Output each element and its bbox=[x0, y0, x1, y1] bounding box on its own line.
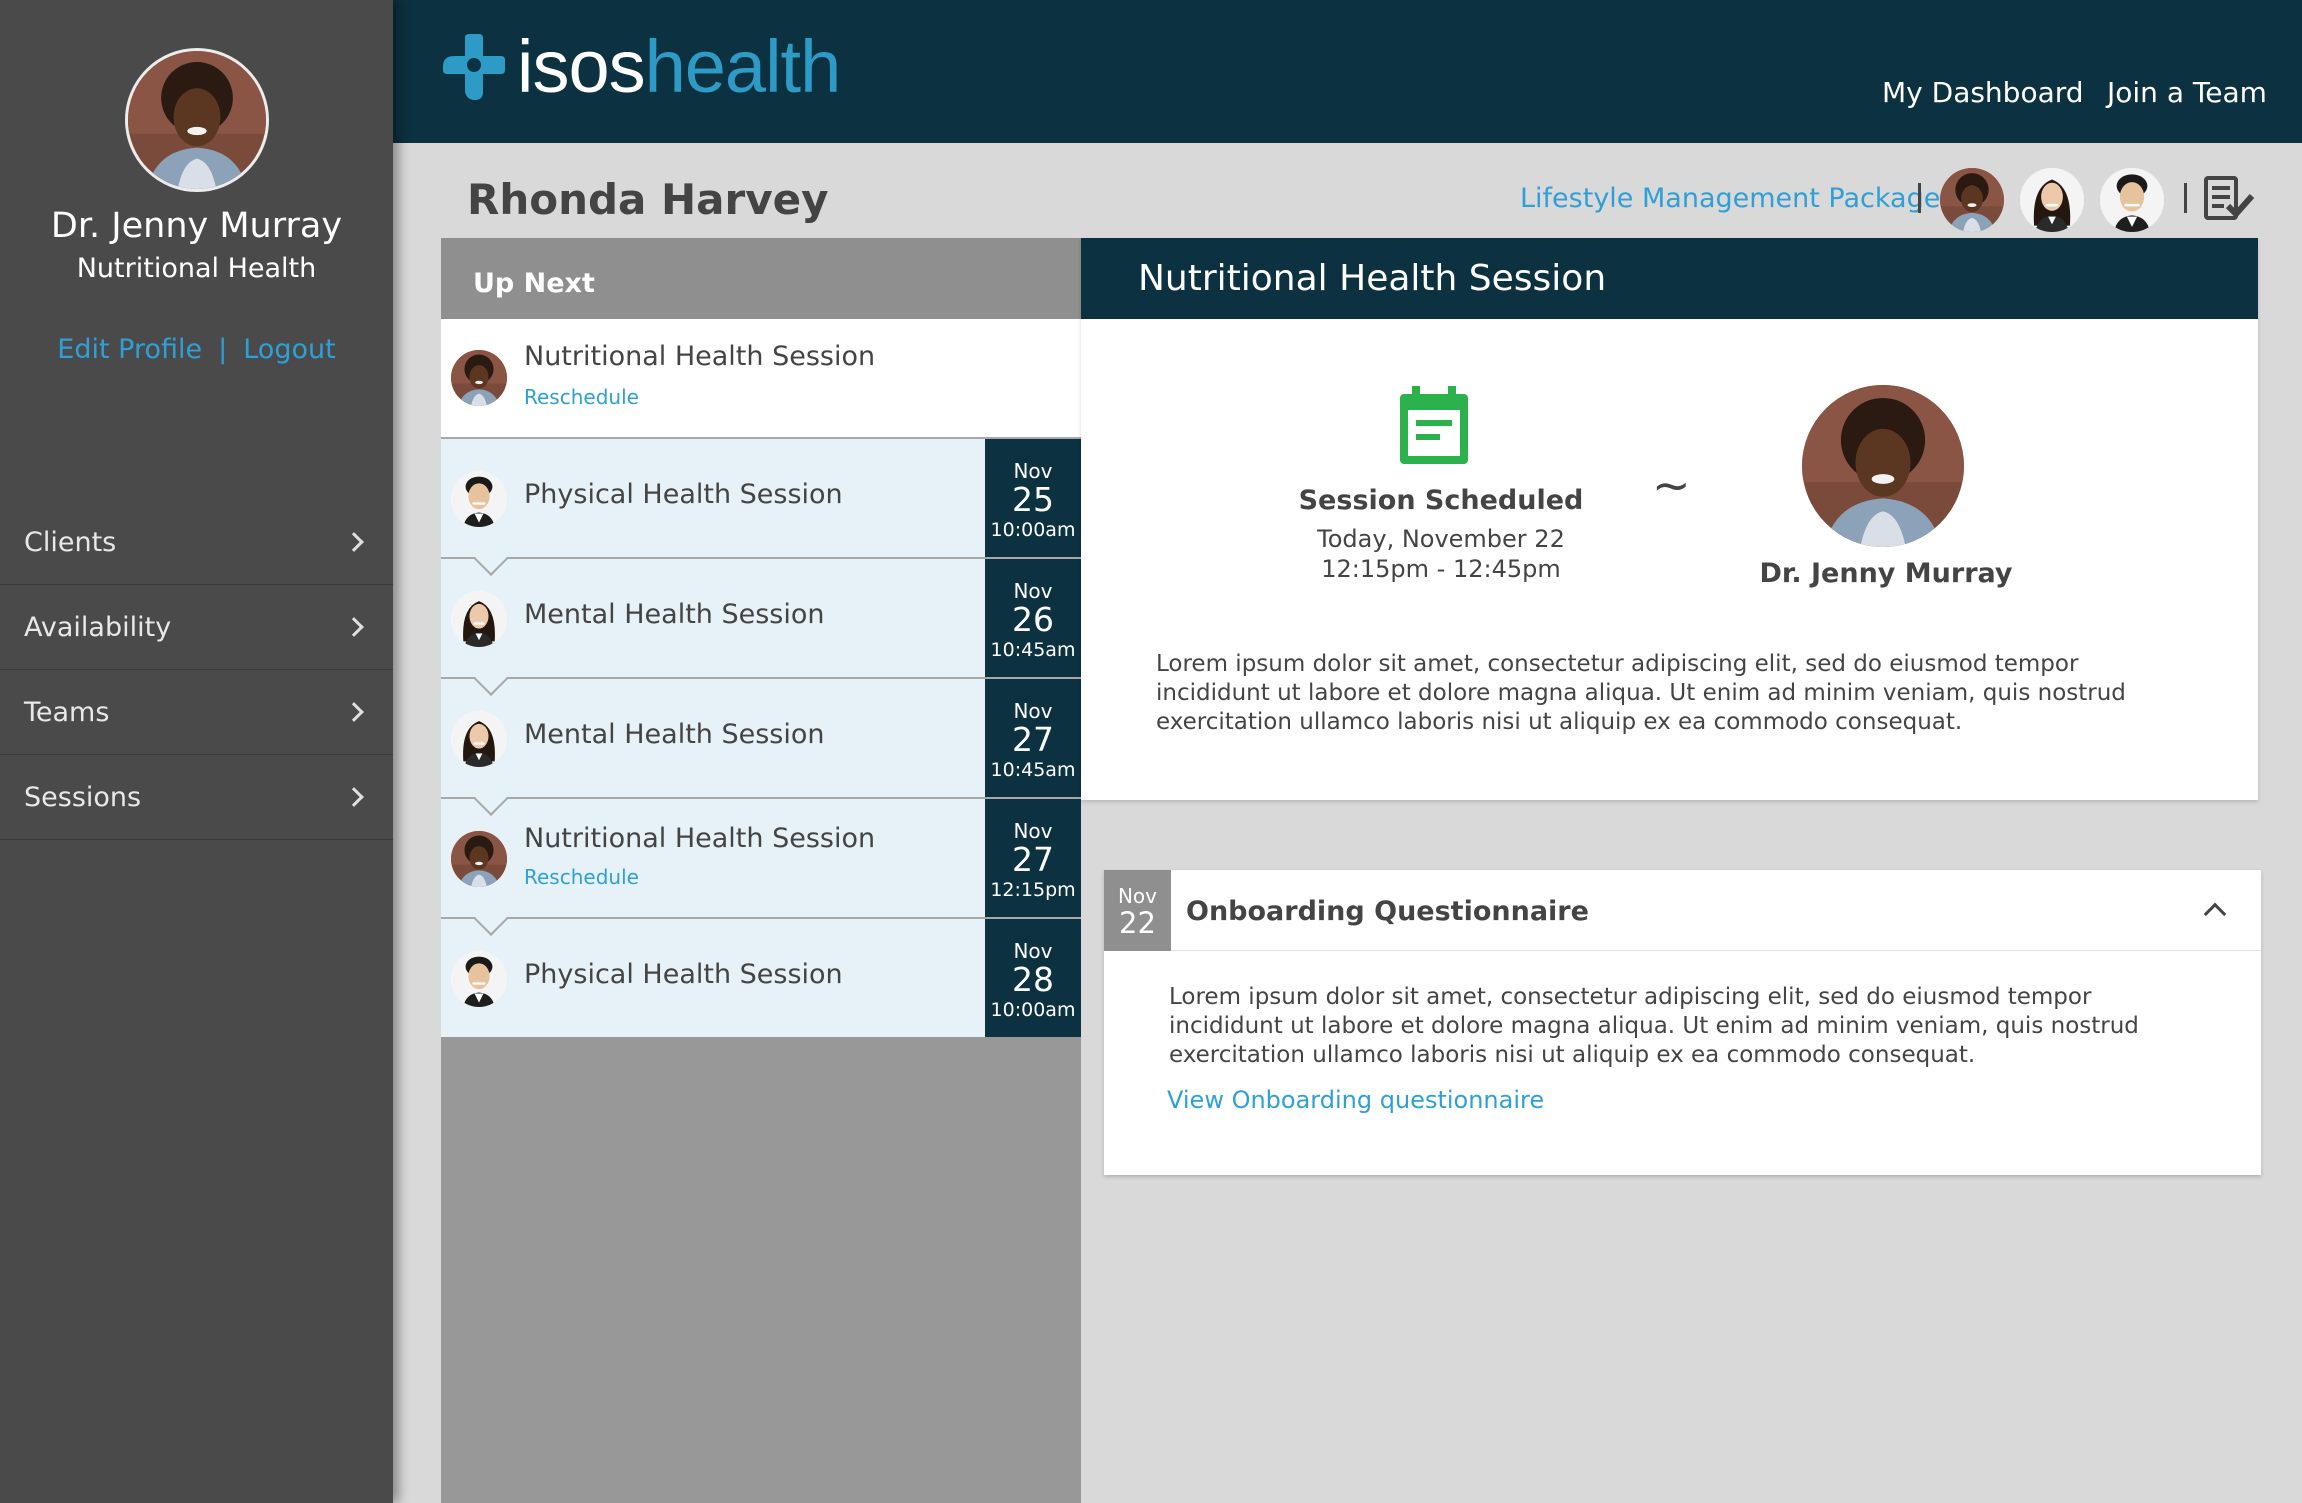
date-month: Nov bbox=[1117, 884, 1158, 908]
reschedule-link[interactable]: Reschedule bbox=[524, 865, 639, 889]
sidebar-item-label: Sessions bbox=[24, 781, 142, 813]
session-description: Lorem ipsum dolor sit amet, consectetur … bbox=[1156, 651, 2126, 735]
provider-name: Dr. Jenny Murray bbox=[1759, 558, 2013, 589]
up-next-panel: Up Next Nutritional Health Session Resch… bbox=[441, 238, 1081, 1503]
chevron-right-icon bbox=[344, 532, 364, 552]
avatar bbox=[451, 831, 507, 887]
session-item[interactable]: Mental Health Session Nov 27 10:45am bbox=[441, 677, 1081, 816]
sidebar-item-clients[interactable]: Clients bbox=[0, 500, 393, 585]
session-item[interactable]: Physical Health Session Nov 28 10:00am bbox=[441, 917, 1081, 1037]
session-status: Session Scheduled bbox=[1298, 485, 1584, 516]
team-avatar-doctor[interactable] bbox=[1940, 168, 2004, 232]
avatar bbox=[451, 471, 507, 527]
date-time: 10:45am bbox=[990, 638, 1076, 661]
calendar-icon bbox=[1400, 386, 1468, 464]
session-date-badge: Nov 27 10:45am bbox=[985, 679, 1081, 797]
session-detail-card: Nutritional Health Session Session Sched… bbox=[1081, 238, 2258, 800]
sidebar-item-label: Availability bbox=[24, 611, 172, 643]
divider bbox=[1918, 183, 1921, 213]
avatar bbox=[451, 711, 507, 767]
questionnaire-body: Lorem ipsum dolor sit amet, consectetur … bbox=[1169, 984, 2139, 1068]
sidebar-item-label: Clients bbox=[24, 526, 117, 558]
sidebar-item-teams[interactable]: Teams bbox=[0, 670, 393, 755]
team-avatar-woman[interactable] bbox=[2020, 168, 2084, 232]
join-team-link[interactable]: Join a Team bbox=[2107, 76, 2267, 109]
session-title: Nutritional Health Session bbox=[524, 823, 876, 854]
chevron-up-icon[interactable] bbox=[2203, 902, 2227, 926]
session-detail-title: Nutritional Health Session bbox=[1081, 238, 2258, 319]
sidebar-item-label: Teams bbox=[24, 696, 110, 728]
edit-profile-link[interactable]: Edit Profile bbox=[57, 334, 202, 365]
provider-avatar bbox=[1802, 385, 1964, 547]
session-date-badge: Nov 26 10:45am bbox=[985, 559, 1081, 677]
sidebar-item-sessions[interactable]: Sessions bbox=[0, 755, 393, 840]
logo-text: isoshealth bbox=[517, 30, 841, 104]
team-avatar-man[interactable] bbox=[2100, 168, 2164, 232]
date-time: 10:45am bbox=[990, 758, 1076, 781]
session-title: Mental Health Session bbox=[524, 719, 825, 750]
link-separator: | bbox=[218, 334, 228, 365]
my-dashboard-link[interactable]: My Dashboard bbox=[1882, 76, 2084, 109]
divider bbox=[2184, 183, 2187, 213]
logout-link[interactable]: Logout bbox=[243, 334, 335, 365]
questionnaire-date-badge: Nov 22 bbox=[1104, 870, 1171, 951]
session-date: Today, November 22 bbox=[1317, 525, 1565, 553]
reschedule-link[interactable]: Reschedule bbox=[524, 385, 639, 409]
sidebar-item-availability[interactable]: Availability bbox=[0, 585, 393, 670]
isoshealth-logo[interactable]: isoshealth bbox=[443, 30, 841, 104]
date-day: 26 bbox=[1012, 600, 1054, 639]
avatar bbox=[451, 951, 507, 1007]
date-day: 27 bbox=[1012, 840, 1054, 879]
avatar bbox=[451, 591, 507, 647]
session-item[interactable]: Nutritional Health Session Reschedule No… bbox=[441, 797, 1081, 936]
profile-name: Dr. Jenny Murray bbox=[50, 206, 343, 246]
date-time: 12:15pm bbox=[990, 878, 1076, 901]
date-time: 10:00am bbox=[990, 518, 1076, 541]
view-questionnaire-link[interactable]: View Onboarding questionnaire bbox=[1167, 1086, 1544, 1114]
session-title: Physical Health Session bbox=[524, 479, 843, 510]
separator: ~ bbox=[1652, 458, 1691, 512]
questionnaire-header[interactable]: Nov 22 Onboarding Questionnaire bbox=[1104, 870, 2261, 951]
session-title: Physical Health Session bbox=[524, 959, 843, 990]
session-title: Nutritional Health Session bbox=[524, 341, 876, 372]
profile-avatar[interactable] bbox=[125, 48, 269, 192]
date-day: 22 bbox=[1119, 906, 1156, 940]
session-item-current[interactable]: Nutritional Health Session Reschedule bbox=[441, 319, 1081, 437]
date-day: 27 bbox=[1012, 720, 1054, 759]
chevron-right-icon bbox=[344, 787, 364, 807]
chevron-right-icon bbox=[344, 617, 364, 637]
session-date-badge: Nov 27 12:15pm bbox=[985, 799, 1081, 917]
questionnaire-card: Nov 22 Onboarding Questionnaire Lorem ip… bbox=[1104, 870, 2261, 1175]
sidebar: Dr. Jenny Murray Nutritional Health Edit… bbox=[0, 0, 393, 1503]
date-day: 28 bbox=[1012, 960, 1054, 999]
session-item[interactable]: Physical Health Session Nov 25 10:00am bbox=[441, 437, 1081, 576]
session-time: 12:15pm - 12:45pm bbox=[1321, 555, 1561, 583]
logo-cross-icon bbox=[443, 34, 505, 100]
chevron-right-icon bbox=[344, 702, 364, 722]
top-header: isoshealth My Dashboard Join a Team bbox=[393, 0, 2302, 143]
avatar bbox=[451, 350, 507, 406]
up-next-title: Up Next bbox=[441, 238, 1081, 319]
logo-word-isos: isos bbox=[517, 25, 646, 108]
client-name: Rhonda Harvey bbox=[467, 175, 829, 224]
session-item[interactable]: Mental Health Session Nov 26 10:45am bbox=[441, 557, 1081, 696]
questionnaire-title: Onboarding Questionnaire bbox=[1186, 896, 1589, 927]
date-day: 25 bbox=[1012, 480, 1054, 519]
session-date-badge: Nov 25 10:00am bbox=[985, 439, 1081, 557]
sidebar-nav: Clients Availability Teams Sessions bbox=[0, 500, 393, 840]
profile-role: Nutritional Health bbox=[76, 253, 317, 284]
logo-word-health: health bbox=[644, 25, 842, 108]
profile-links: Edit Profile | Logout bbox=[0, 334, 393, 365]
package-link[interactable]: Lifestyle Management Package bbox=[1520, 183, 1940, 214]
session-title: Mental Health Session bbox=[524, 599, 825, 630]
date-time: 10:00am bbox=[990, 998, 1076, 1021]
checklist-icon[interactable] bbox=[2204, 176, 2254, 222]
session-date-badge: Nov 28 10:00am bbox=[985, 919, 1081, 1037]
